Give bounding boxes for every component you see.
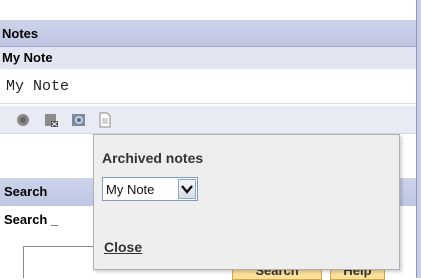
new-note-icon[interactable]	[97, 112, 113, 128]
popup-title: Archived notes	[102, 150, 204, 166]
note-text-field[interactable]: My Note	[0, 70, 416, 104]
archived-notes-popup: Archived notes My Note Close	[93, 134, 400, 270]
close-link[interactable]: Close	[104, 239, 142, 255]
scroll-edge	[416, 0, 421, 278]
archive-icon[interactable]	[71, 112, 87, 128]
note-title-label: My Note	[0, 47, 416, 69]
delete-icon[interactable]	[43, 112, 59, 128]
save-icon[interactable]	[15, 112, 31, 128]
select-value: My Note	[106, 182, 155, 197]
search-label: Search _	[4, 212, 59, 227]
archived-notes-select[interactable]: My Note	[102, 177, 198, 201]
notes-toolbar	[0, 106, 416, 134]
chevron-down-icon[interactable]	[178, 179, 196, 199]
notes-header: Notes	[0, 20, 416, 47]
